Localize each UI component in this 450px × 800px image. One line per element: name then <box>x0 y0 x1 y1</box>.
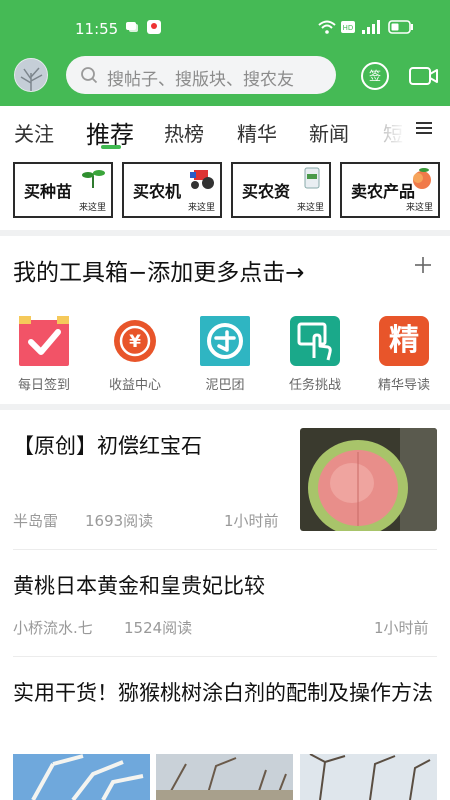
tool-label: 任务挑战 <box>288 378 341 393</box>
shortcut-sell-produce[interactable]: 卖农产品 来这里 <box>340 162 440 218</box>
niba-icon <box>200 316 250 366</box>
tab-news[interactable]: 新闻 <box>309 118 349 147</box>
search-icon <box>81 67 98 84</box>
feed-separator <box>13 549 437 550</box>
signal-icon <box>362 20 380 34</box>
tab-hot[interactable]: 热榜 <box>164 118 204 147</box>
add-tool-icon[interactable] <box>414 256 432 274</box>
app-header: 搜帖子、搜版块、搜农友 签 <box>0 52 450 106</box>
shortcut-buy-supplies[interactable]: 买农资 来这里 <box>231 162 331 218</box>
article-title[interactable]: 【原创】初偿红宝石 <box>13 428 293 464</box>
search-input[interactable]: 搜帖子、搜版块、搜农友 <box>66 56 336 94</box>
shortcut-sub: 来这里 <box>187 203 215 213</box>
tool-label: 收益中心 <box>108 378 161 393</box>
tool-task-challenge[interactable]: 任务挑战 <box>275 316 355 393</box>
checkin-icon <box>19 316 69 366</box>
tractor-icon <box>190 170 214 189</box>
search-placeholder: 搜帖子、搜版块、搜农友 <box>107 70 294 90</box>
status-bar: 11:55 HD <box>0 0 450 52</box>
article-image[interactable] <box>156 754 293 800</box>
article-time: 1小时前 <box>374 619 429 637</box>
message-notification-icon <box>126 22 138 32</box>
toolbox-title[interactable]: 我的工具箱−添加更多点击→ <box>13 253 305 287</box>
task-icon <box>290 316 340 366</box>
wifi-icon <box>318 20 336 34</box>
fertilizer-bag-icon <box>304 167 320 189</box>
tool-label: 泥巴团 <box>205 378 245 393</box>
feed-separator <box>13 656 437 657</box>
tool-daily-checkin[interactable]: 每日签到 <box>4 316 84 393</box>
shortcut-buy-machinery[interactable]: 买农机 来这里 <box>122 162 222 218</box>
svg-text:¥: ¥ <box>129 332 141 352</box>
shortcut-label: 买农机 <box>133 182 182 201</box>
article-title[interactable]: 黄桃日本黄金和皇贵妃比较 <box>13 568 437 604</box>
status-time: 11:55 <box>75 20 119 38</box>
shortcut-buy-seedlings[interactable]: 买种苗 来这里 <box>13 162 113 218</box>
svg-text:HD: HD <box>343 24 354 32</box>
section-divider <box>0 230 450 236</box>
article-reads: 1693阅读 <box>85 512 154 530</box>
tool-earnings-center[interactable]: ¥ 收益中心 <box>95 316 175 393</box>
map-app-notification-icon <box>147 20 161 34</box>
avatar[interactable] <box>14 58 48 92</box>
article-thumbnail[interactable] <box>300 428 437 531</box>
shortcut-sub: 来这里 <box>296 203 324 213</box>
section-divider <box>0 404 450 410</box>
article-reads: 1524阅读 <box>124 619 193 637</box>
tool-featured-reading[interactable]: 精 精华导读 <box>364 316 444 393</box>
seedling-icon <box>82 170 105 188</box>
battery-icon <box>388 20 413 34</box>
video-camera-icon[interactable] <box>409 66 439 86</box>
tool-niba-group[interactable]: 泥巴团 <box>185 316 265 393</box>
article-author[interactable]: 小桥流水.七 <box>13 617 93 638</box>
article-image[interactable] <box>13 754 150 800</box>
active-tab-indicator <box>101 145 121 149</box>
tabs-fade-overlay <box>380 110 406 150</box>
shortcut-label: 买农资 <box>242 182 291 201</box>
shortcut-label: 卖农产品 <box>351 182 416 201</box>
shortcut-banners: 买种苗 来这里 买农机 来这里 买农资 来这里 卖农产品 来这里 <box>0 162 450 222</box>
shortcut-label: 买种苗 <box>24 182 73 201</box>
tool-label: 每日签到 <box>17 378 70 393</box>
article-author[interactable]: 半岛雷 <box>13 510 58 531</box>
article-image[interactable] <box>300 754 437 800</box>
article-title[interactable]: 实用干货！猕猴桃树涂白剂的配制及操作方法 <box>13 675 437 711</box>
tab-follow[interactable]: 关注 <box>14 118 54 147</box>
jing-icon: 精 <box>379 316 429 366</box>
yen-icon: ¥ <box>110 316 160 366</box>
sign-in-button[interactable]: 签 <box>361 62 389 90</box>
menu-icon[interactable] <box>416 120 432 136</box>
hd-icon: HD <box>341 21 355 33</box>
article-time: 1小时前 <box>224 512 279 530</box>
tab-featured[interactable]: 精华 <box>237 118 277 147</box>
shortcut-sub: 来这里 <box>78 203 106 213</box>
tool-label: 精华导读 <box>377 378 430 393</box>
shortcut-sub: 来这里 <box>405 203 433 213</box>
